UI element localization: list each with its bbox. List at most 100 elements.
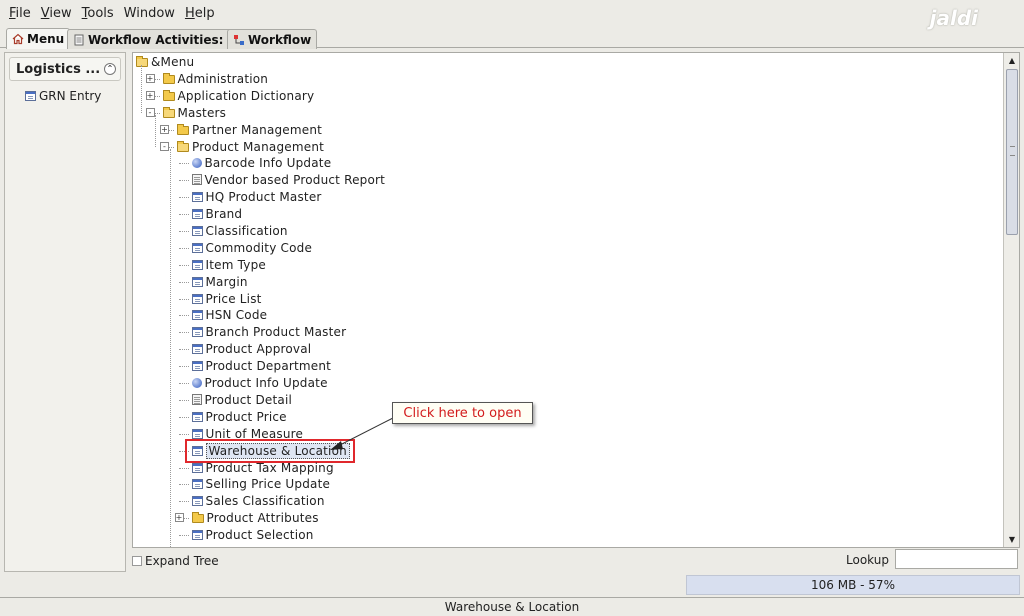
tab-workflow-activities[interactable]: Workflow Activities: 0 — [67, 29, 242, 49]
scrollbar-grip-icon — [1010, 146, 1015, 156]
home-icon — [12, 33, 24, 45]
favorite-item-grn-entry[interactable]: GRN Entry — [25, 87, 101, 105]
tree-guide-line — [178, 248, 189, 249]
tree-node[interactable]: HSN Code — [191, 306, 268, 323]
tree-node[interactable]: Classification — [191, 222, 288, 239]
tree-node-label: Product Info Update — [204, 375, 328, 390]
scroll-up-icon[interactable]: ▲ — [1005, 54, 1019, 67]
tree-guide-line — [178, 535, 189, 536]
tree-node-label: Masters — [177, 105, 227, 120]
expand-tree-label: Expand Tree — [145, 554, 219, 568]
tree-node[interactable]: Barcode Info Update — [191, 154, 332, 171]
tree-node-label: Administration — [177, 71, 269, 86]
tree-node[interactable]: Product Selection — [191, 526, 314, 543]
tree-node[interactable]: Product Tax Mapping — [191, 459, 334, 476]
tree-node[interactable]: Product Info Update — [191, 374, 328, 391]
menu-file-label: ile — [15, 5, 31, 21]
tree-node[interactable]: Commodity Code — [191, 239, 313, 256]
tab-menu-label: Menu — [27, 32, 65, 46]
tree-guide-line — [155, 115, 156, 147]
tree-guide-line — [178, 417, 189, 418]
tree-node-label: Commodity Code — [205, 240, 313, 255]
tree-node[interactable]: Product Management — [177, 138, 324, 155]
collapse-node-icon[interactable]: - — [160, 142, 169, 151]
tree-node[interactable]: Partner Management — [177, 121, 322, 138]
tree-node[interactable]: Branch Product Master — [191, 323, 347, 340]
collapse-node-icon[interactable]: - — [145, 108, 155, 117]
menu-help[interactable]: Help — [180, 6, 220, 21]
tree-node[interactable]: Product Price — [191, 408, 287, 425]
menu-tools-label: ools — [87, 5, 114, 21]
tree-node-label: Product Department — [205, 358, 332, 373]
process-icon — [191, 377, 202, 388]
menu-help-mnemonic: H — [184, 5, 195, 21]
expand-tree-checkbox[interactable]: Expand Tree — [132, 552, 219, 570]
tree-guide-line — [178, 484, 189, 485]
lookup-input[interactable] — [895, 549, 1018, 569]
tree-node[interactable]: Product Department — [191, 357, 332, 374]
menu-window[interactable]: Window — [119, 6, 180, 21]
expand-icon[interactable]: + — [145, 74, 155, 83]
tree-node[interactable]: Selling Price Update — [191, 475, 331, 492]
window-icon — [191, 208, 203, 219]
tree-root-label: &Menu — [151, 54, 195, 69]
menu-tools[interactable]: Tools — [77, 6, 119, 21]
tree-node[interactable]: Price List — [191, 290, 262, 307]
window-icon — [191, 326, 203, 337]
memory-indicator[interactable]: 106 MB - 57% — [686, 575, 1020, 595]
tree-node-label: Price List — [205, 291, 262, 306]
tree-node[interactable]: Administration — [162, 70, 269, 87]
scroll-down-icon[interactable]: ▼ — [1005, 533, 1019, 546]
tree-guide-line — [178, 383, 189, 384]
tree-node-label: Product Selection — [205, 527, 314, 542]
tree-root[interactable]: &Menu — [136, 53, 194, 70]
expand-icon[interactable]: + — [174, 513, 184, 522]
tree-node[interactable]: Product Detail — [191, 391, 293, 408]
tree-node[interactable]: Masters — [162, 104, 227, 121]
window-icon — [191, 529, 203, 540]
tree-node[interactable]: Product Approval — [191, 340, 312, 357]
tree-node[interactable]: Product Attributes — [191, 509, 319, 526]
menu-help-label: elp — [194, 5, 215, 21]
tree-guide-line — [178, 434, 189, 435]
tab-menu[interactable]: Menu — [6, 28, 71, 49]
menu-file[interactable]: File — [4, 6, 36, 21]
tree-node[interactable]: Margin — [191, 273, 248, 290]
tree-node[interactable]: Sales Classification — [191, 492, 325, 509]
favorites-panel: Logistics ... ⌃ GRN Entry — [4, 52, 126, 572]
folder-icon — [177, 123, 189, 135]
menu-bar: File View Tools Window Help — [0, 0, 1024, 26]
tree-node[interactable]: Brand — [191, 205, 243, 222]
menu-view[interactable]: View — [36, 6, 77, 21]
scrollbar-thumb[interactable] — [1006, 69, 1018, 235]
tree-node-label: Classification — [205, 223, 288, 238]
collapse-icon[interactable]: ⌃ — [104, 63, 116, 75]
checkbox-icon[interactable] — [132, 556, 142, 566]
logistics-panel-title: Logistics ... — [16, 61, 101, 77]
tab-workflow-activities-label: Workflow Activities: 0 — [88, 32, 236, 47]
tab-workflow-label: Workflow — [248, 32, 312, 47]
tree-node[interactable]: Item Type — [191, 256, 267, 273]
tree-node-label: Item Type — [205, 257, 266, 272]
tree-node-label: Product Price — [205, 409, 287, 424]
tree-node[interactable]: Vendor based Product Report — [191, 171, 386, 188]
expand-icon[interactable]: + — [160, 125, 169, 134]
tree-scrollbar[interactable]: ▲ ▼ — [1003, 53, 1019, 547]
window-icon — [191, 495, 203, 506]
logistics-panel-header[interactable]: Logistics ... ⌃ — [9, 57, 121, 81]
tree-guide-line — [178, 501, 189, 502]
tab-workflow[interactable]: Workflow — [227, 29, 318, 49]
callout-note: Click here to open — [392, 402, 533, 424]
window-icon — [191, 478, 203, 489]
tree-node-label: Application Dictionary — [177, 88, 315, 103]
tree-guide-line — [178, 349, 189, 350]
window-icon — [191, 360, 203, 371]
window-icon — [25, 91, 36, 101]
tree-node[interactable]: HQ Product Master — [191, 188, 322, 205]
menu-window-label: Window — [123, 5, 175, 21]
tab-strip: Menu Workflow Activities: 0 Workflow — [0, 26, 1024, 49]
report-icon — [191, 394, 202, 405]
expand-icon[interactable]: + — [145, 91, 155, 100]
tree-node[interactable]: Application Dictionary — [162, 87, 315, 104]
tree-guide-line — [178, 197, 189, 198]
